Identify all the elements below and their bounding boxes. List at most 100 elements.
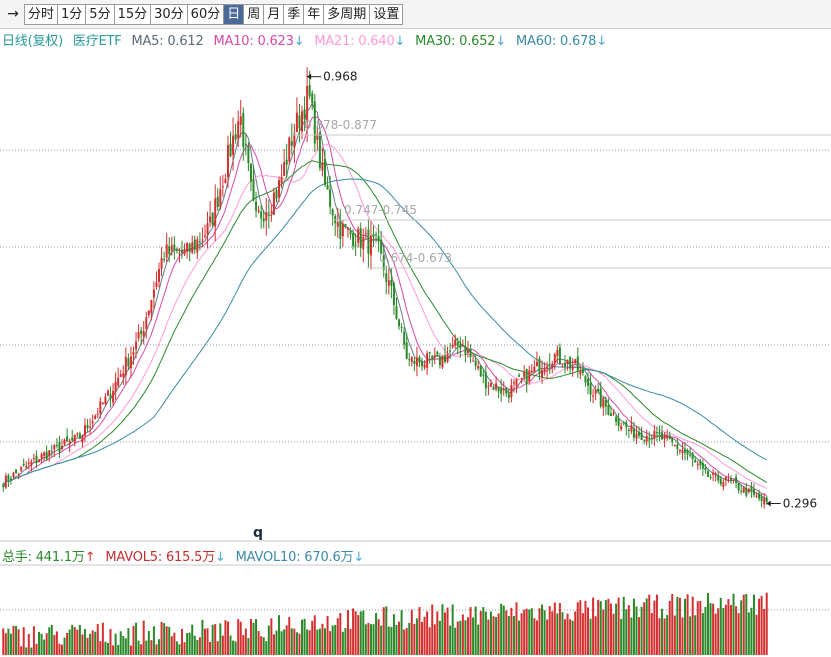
volume-bar — [303, 618, 306, 655]
volume-bar — [423, 616, 426, 655]
volume-bar — [426, 611, 429, 655]
candle — [247, 141, 250, 172]
volume-bar — [487, 619, 490, 655]
volume-bar — [221, 635, 224, 655]
volume-bar — [668, 600, 671, 655]
candle — [283, 148, 286, 177]
volume-bar — [413, 623, 416, 655]
volume-bar — [528, 609, 531, 655]
candle — [137, 323, 140, 342]
volume-bar — [331, 625, 334, 655]
candle — [548, 353, 551, 375]
volume-bar — [78, 624, 81, 655]
candle — [367, 218, 370, 268]
candle — [4, 472, 7, 489]
candle — [431, 355, 434, 368]
candle — [569, 355, 572, 374]
volume-bar — [160, 622, 163, 655]
volume-bar — [211, 624, 214, 655]
candle — [66, 428, 69, 442]
candle — [418, 355, 421, 368]
volume-bar — [421, 621, 424, 655]
candle — [722, 479, 725, 491]
candle — [653, 424, 656, 447]
volume-bar — [556, 613, 559, 655]
volume-bar — [533, 618, 536, 655]
volume-bar — [500, 603, 503, 655]
candle — [142, 320, 145, 345]
candle — [576, 347, 579, 379]
volume-bar — [671, 594, 674, 655]
volume-bar — [262, 637, 265, 655]
volume-bar — [311, 620, 314, 655]
candle — [76, 432, 79, 437]
volume-bar — [520, 613, 523, 655]
candle — [22, 458, 25, 467]
volume-bar — [469, 607, 472, 655]
volume-bar — [551, 611, 554, 655]
volume-bar — [104, 641, 107, 655]
candle — [732, 479, 735, 484]
candle — [216, 187, 219, 211]
volume-bar — [724, 604, 727, 655]
volume-bar — [283, 629, 286, 655]
volume-bar — [9, 633, 12, 655]
candle — [709, 474, 712, 480]
volume-bar — [740, 600, 743, 655]
candle — [334, 213, 337, 237]
candle — [344, 223, 347, 229]
volume-bar — [25, 647, 28, 655]
volume-bar — [489, 611, 492, 655]
volume-bar — [589, 618, 592, 655]
volume-bar — [699, 600, 702, 655]
candle — [645, 429, 648, 446]
volume-bar — [512, 615, 515, 655]
volume-bar — [431, 604, 434, 655]
volume-bar — [163, 623, 166, 655]
kline-chart[interactable]: 0.878-0.8770.747-0.7450.674-0.673 0.968 … — [0, 0, 831, 657]
volume-bar — [594, 616, 597, 655]
volume-bar — [678, 597, 681, 655]
candle — [191, 235, 194, 255]
volume-bar — [234, 641, 237, 655]
volume-bar — [196, 640, 199, 655]
volume-bar — [267, 625, 270, 655]
volume-bar — [727, 599, 730, 655]
volume-bar — [255, 619, 258, 655]
volume-bar — [20, 646, 23, 655]
volume-bar — [477, 624, 480, 655]
volume-bar — [755, 614, 758, 655]
volume-bar — [686, 594, 689, 655]
candle — [173, 236, 176, 260]
candle — [239, 99, 242, 138]
volume-bar — [484, 611, 487, 655]
volume-bar — [436, 611, 439, 655]
volume-bar — [40, 633, 43, 655]
candle — [398, 318, 401, 330]
volume-bar — [119, 631, 122, 655]
volume-bar — [137, 640, 140, 655]
volume-bar — [592, 597, 595, 655]
candle — [311, 90, 314, 110]
volume-bar — [66, 632, 69, 655]
candle — [729, 475, 732, 485]
volume-bar — [553, 602, 556, 655]
candle — [574, 358, 577, 365]
volume-bar — [109, 628, 112, 655]
candle — [7, 473, 10, 488]
volume-bar — [372, 624, 375, 655]
volume-bar — [709, 603, 712, 655]
volume-bar — [763, 609, 766, 655]
volume-bar — [747, 612, 750, 655]
volume-bar — [367, 622, 370, 655]
volume-bar — [35, 643, 38, 655]
volume-bar — [183, 642, 186, 655]
volume-bar — [362, 610, 365, 655]
volume-bar — [441, 604, 444, 655]
high-annotation: 0.968 — [307, 70, 357, 84]
candle — [175, 247, 178, 254]
volume-bar — [612, 613, 615, 655]
volume-bar — [635, 606, 638, 655]
candle — [224, 173, 227, 184]
candle — [387, 267, 390, 295]
